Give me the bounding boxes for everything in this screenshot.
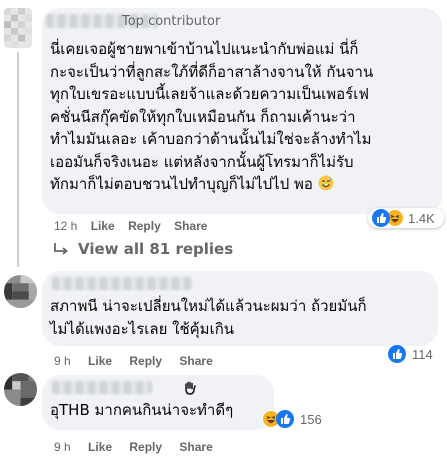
comment-line-text: ทักมาก็ไม่ตอบชวนไปทำบุญก็ไม่ไปไป พอ <box>50 175 313 193</box>
avatar-pixelated-image <box>4 8 32 48</box>
commenter-avatar[interactable] <box>4 275 37 308</box>
like-button[interactable]: Like <box>91 219 115 233</box>
commenter-avatar[interactable] <box>4 373 37 406</box>
smiling-face-sweat-icon <box>318 175 334 191</box>
reply-button[interactable]: Reply <box>128 219 161 233</box>
comment-line: นี่เคยเจอผู้ชายพาเข้าบ้านไปแนะนำกับพ่อแม… <box>50 40 359 58</box>
reaction-summary[interactable]: 156 <box>262 410 322 428</box>
like-reaction-icon <box>372 209 390 227</box>
comment-timestamp[interactable]: 9 h <box>54 354 71 368</box>
reply-button[interactable]: Reply <box>129 440 162 454</box>
view-all-replies-link[interactable]: View all 81 replies <box>52 240 233 258</box>
comment-line: คชั่นนีสกุ๊คขัดให้ทุกใบเหมือนกัน ก็ถามเค… <box>50 107 356 126</box>
comment-bubble: สภาพนี น่าจะเปลี่ยนใหม่ได้แล้วนะผมว่า ถ้… <box>42 271 438 346</box>
comment-timestamp[interactable]: 12 h <box>54 219 77 233</box>
reaction-summary[interactable]: 1.4K <box>368 208 444 228</box>
waving-hand-icon <box>182 380 198 396</box>
reaction-summary[interactable]: 114 <box>388 345 433 363</box>
avatar-pixelated-image <box>4 275 37 308</box>
share-button[interactable]: Share <box>174 219 207 233</box>
commenter-name-redacted[interactable] <box>52 277 192 290</box>
avatar-pixelated-image <box>4 373 37 406</box>
comment-actions: 9 h Like Reply Share <box>54 440 213 454</box>
reply-arrow-icon <box>52 240 70 258</box>
comment-line: เออมันก็จริงเนอะ แต่หลังจากนั้นผู้โทรมาก… <box>50 152 354 171</box>
comment-bubble: อุTHB มากคนกินน่าจะทำดีๆ <box>42 375 274 430</box>
top-contributor-badge: Top contributor <box>122 14 221 29</box>
like-reaction-icon <box>388 345 406 363</box>
reaction-count: 156 <box>300 411 322 427</box>
reply-button[interactable]: Reply <box>129 354 162 368</box>
like-button[interactable]: Like <box>88 354 112 368</box>
comment-text: นี่เคยเจอผู้ชายพาเข้าบ้านไปแนะนำกับพ่อแม… <box>50 38 373 196</box>
comment-line: ทำไมมันเลอะ เค้าบอกว่าด้านนั้นไม่ใช่จะล้… <box>50 130 372 148</box>
comment-line: ทักมาก็ไม่ตอบชวนไปทำบุญก็ไม่ไปไป พอ <box>50 173 373 196</box>
comment-text: สภาพนี น่าจะเปลี่ยนใหม่ได้แล้วนะผมว่า ถ้… <box>50 295 367 340</box>
reaction-count: 1.4K <box>408 210 435 226</box>
comment-line: กะจะเป็นว่าที่ลูกสะใภ้ที่ดีก็อาสาล้างจาน… <box>50 62 374 81</box>
comment-actions: 12 h Like Reply Share <box>54 219 207 233</box>
thread-connector-line <box>17 52 19 267</box>
commenter-avatar[interactable] <box>4 8 32 48</box>
comment-line: สภาพนี น่าจะเปลี่ยนใหม่ได้แล้วนะผมว่า ถ้… <box>50 297 367 315</box>
comment-text: อุTHB มากคนกินน่าจะทำดีๆ <box>50 399 233 422</box>
comment-bubble: Top contributor นี่เคยเจอผู้ชายพาเข้าบ้า… <box>42 8 442 214</box>
comment-actions: 9 h Like Reply Share <box>54 354 213 368</box>
share-button[interactable]: Share <box>179 440 212 454</box>
comment-line: ไม่ได้แพงอะไรเลย ใช้คุ้มเกิน <box>50 319 235 338</box>
commenter-name-redacted[interactable] <box>52 381 152 394</box>
comment-timestamp[interactable]: 9 h <box>54 440 71 454</box>
like-reaction-icon <box>276 410 294 428</box>
share-button[interactable]: Share <box>179 354 212 368</box>
view-all-replies-text: View all 81 replies <box>78 240 234 258</box>
like-button[interactable]: Like <box>88 440 112 454</box>
reaction-count: 114 <box>412 346 433 362</box>
comment-line: ทุกใบเขรอะแบบนี้เลยจ้าและด้วยความเป็นเพอ… <box>50 85 369 103</box>
comment-line: อุTHB มากคนกินน่าจะทำดีๆ <box>50 401 234 419</box>
